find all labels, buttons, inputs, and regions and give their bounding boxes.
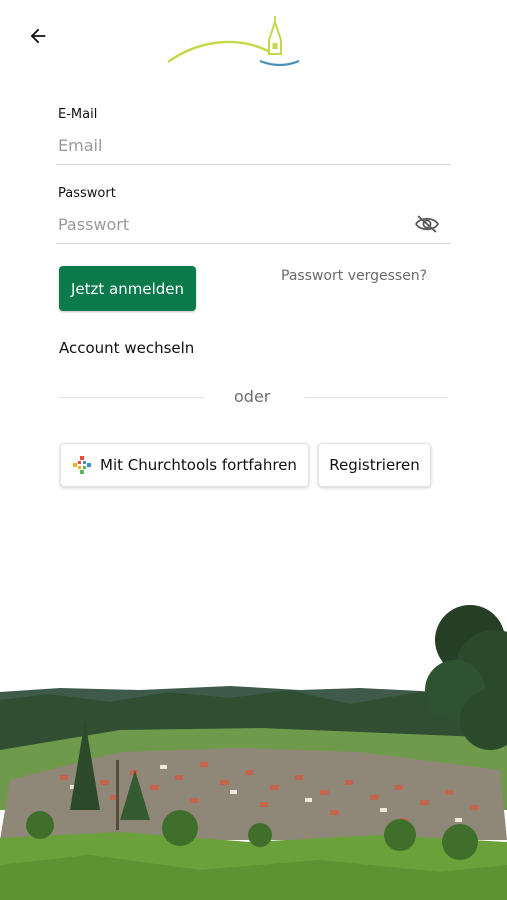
password-underline	[56, 243, 451, 244]
churchtools-button-label: Mit Churchtools fortfahren	[100, 456, 297, 474]
switch-account-link[interactable]: Account wechseln	[59, 339, 194, 357]
church-hill-logo	[167, 16, 300, 67]
password-label: Passwort	[58, 186, 116, 201]
email-label: E-Mail	[58, 107, 98, 122]
password-visibility-toggle[interactable]	[413, 212, 441, 236]
divider-line-left	[59, 397, 204, 398]
divider-line-right	[305, 397, 448, 398]
email-underline	[56, 164, 451, 165]
divider-label: oder	[234, 387, 271, 406]
arrow-left-icon	[30, 28, 46, 44]
password-input[interactable]	[56, 208, 410, 240]
eye-off-icon	[415, 215, 439, 233]
forgot-password-link[interactable]: Passwort vergessen?	[281, 268, 427, 284]
landscape-photo	[0, 580, 507, 900]
email-input[interactable]	[56, 129, 454, 161]
register-button[interactable]: Registrieren	[318, 443, 431, 487]
churchtools-cross-icon	[73, 456, 92, 474]
churchtools-login-button[interactable]: Mit Churchtools fortfahren	[60, 443, 309, 487]
back-button[interactable]	[24, 22, 52, 50]
login-button[interactable]: Jetzt anmelden	[59, 266, 196, 311]
